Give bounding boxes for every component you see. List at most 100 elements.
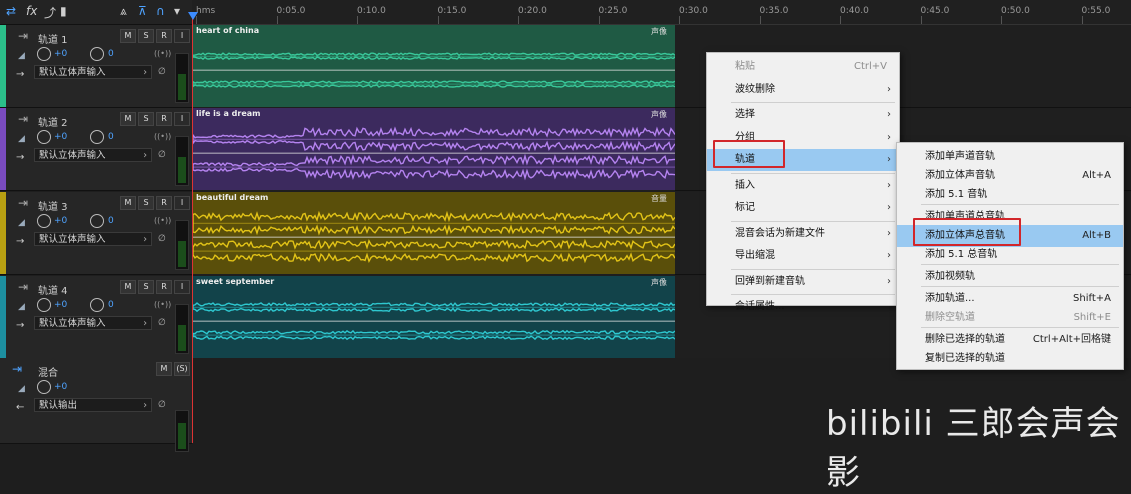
- playhead-line[interactable]: [192, 14, 193, 443]
- pan-knob[interactable]: [90, 214, 104, 228]
- metronome-icon[interactable]: ⩓: [120, 4, 127, 19]
- mute-button[interactable]: M: [120, 196, 136, 210]
- audio-clip[interactable]: heart of china 声像: [193, 25, 675, 107]
- volume-value[interactable]: +0: [54, 216, 67, 226]
- pan-value[interactable]: 0: [108, 300, 114, 310]
- timeline-ruler[interactable]: hms 0:05.0 0:10.0 0:15.0 0:20.0 0:25.0 0:30.0 0…: [192, 0, 1131, 25]
- menu-item[interactable]: 导出缩混 ›: [707, 245, 899, 267]
- solo-button[interactable]: S: [138, 196, 154, 210]
- mix-route-icon: ⇥: [12, 362, 23, 376]
- submenu-arrow-icon: ›: [887, 131, 891, 143]
- menu-item[interactable]: 波纹删除 ›: [707, 79, 899, 101]
- clip-envelope-label[interactable]: 声像: [651, 277, 667, 288]
- audio-clip[interactable]: life is a dream 声像: [193, 108, 675, 190]
- input-monitor-button[interactable]: I: [174, 112, 190, 126]
- menu-item[interactable]: 复制已选择的轨道: [897, 348, 1123, 370]
- audio-clip[interactable]: beautiful dream 音量: [193, 192, 675, 274]
- volume-value[interactable]: +0: [54, 300, 67, 310]
- input-monitor-button[interactable]: I: [174, 29, 190, 43]
- solo-button[interactable]: S: [138, 29, 154, 43]
- waveform-channel-top: [193, 80, 675, 85]
- snap-icon[interactable]: ⊼: [138, 4, 147, 18]
- highlight-box-track: [713, 140, 785, 168]
- volume-value[interactable]: +0: [54, 132, 67, 142]
- pan-value[interactable]: 0: [108, 216, 114, 226]
- volume-knob[interactable]: [37, 214, 51, 228]
- volume-knob[interactable]: [37, 298, 51, 312]
- record-arm-button[interactable]: R: [156, 196, 172, 210]
- volume-knob[interactable]: [37, 130, 51, 144]
- phase-invert-icon[interactable]: ∅: [158, 67, 166, 77]
- track-header[interactable]: ⇥ 轨道 4 M S R I ◢ +0 0 ((•)) → 默认立体声输入 › …: [0, 276, 192, 359]
- phase-invert-icon[interactable]: ∅: [158, 400, 166, 410]
- menu-item[interactable]: 选择 ›: [707, 104, 899, 126]
- mix-mute-button[interactable]: M: [156, 362, 172, 376]
- track-input-select[interactable]: 默认立体声输入 ›: [34, 65, 152, 79]
- mix-volume-knob[interactable]: [37, 380, 51, 394]
- track-name[interactable]: 轨道 3: [38, 198, 68, 213]
- menu-item[interactable]: 回弹到新建音轨 ›: [707, 271, 899, 293]
- menu-item[interactable]: 插入 ›: [707, 175, 899, 197]
- radio-icon[interactable]: ((•)): [154, 132, 171, 141]
- volume-value[interactable]: +0: [54, 49, 67, 59]
- waveform-channel-bottom: [193, 139, 675, 152]
- menu-item-label: 添加 5.1 音轨: [925, 189, 988, 200]
- track-input-select[interactable]: 默认立体声输入 ›: [34, 316, 152, 330]
- input-monitor-button[interactable]: I: [174, 196, 190, 210]
- clip-envelope-label[interactable]: 声像: [651, 109, 667, 120]
- mix-volume-value[interactable]: +0: [54, 382, 67, 392]
- record-arm-button[interactable]: R: [156, 29, 172, 43]
- radio-icon[interactable]: ((•)): [154, 300, 171, 309]
- volume-knob[interactable]: [37, 47, 51, 61]
- marker-icon[interactable]: ▾: [174, 4, 180, 18]
- track-input-select[interactable]: 默认立体声输入 ›: [34, 148, 152, 162]
- editor-toolbar: ⇄ fx ⤴ ▮ ⩓ ⊼ ∩ ▾: [0, 0, 192, 25]
- ruler-tick-mark: [598, 16, 600, 24]
- radio-icon[interactable]: ((•)): [154, 49, 171, 58]
- track-header[interactable]: ⇥ 轨道 1 M S R I ◢ +0 0 ((•)) → 默认立体声输入 › …: [0, 25, 192, 108]
- waveform-channel-bottom: [193, 56, 675, 61]
- track-input-select[interactable]: 默认立体声输入 ›: [34, 232, 152, 246]
- mute-button[interactable]: M: [120, 280, 136, 294]
- record-arm-button[interactable]: R: [156, 280, 172, 294]
- input-monitor-button[interactable]: I: [174, 280, 190, 294]
- playhead-handle[interactable]: [188, 12, 198, 20]
- pan-value[interactable]: 0: [108, 132, 114, 142]
- menu-item[interactable]: 混音会话为新建文件 ›: [707, 223, 899, 245]
- audio-clip[interactable]: sweet september 声像: [193, 276, 675, 358]
- swap-icon[interactable]: ⇄: [6, 4, 16, 18]
- loop-icon[interactable]: ∩: [156, 4, 165, 18]
- menu-item[interactable]: 添加 5.1 音轨: [897, 184, 1123, 206]
- menu-item[interactable]: 添加视频轨: [897, 266, 1123, 288]
- track-header[interactable]: ⇥ 轨道 2 M S R I ◢ +0 0 ((•)) → 默认立体声输入 › …: [0, 108, 192, 191]
- clip-envelope-label[interactable]: 音量: [651, 193, 667, 204]
- menu-item[interactable]: 会话属性...: [707, 296, 899, 318]
- pan-knob[interactable]: [90, 47, 104, 61]
- pan-knob[interactable]: [90, 298, 104, 312]
- menu-item[interactable]: 添加 5.1 总音轨: [897, 244, 1123, 266]
- mute-button[interactable]: M: [120, 29, 136, 43]
- track-header[interactable]: ⇥ 轨道 3 M S R I ◢ +0 0 ((•)) → 默认立体声输入 › …: [0, 192, 192, 275]
- solo-button[interactable]: S: [138, 112, 154, 126]
- ruler-tick-label: hms: [196, 6, 216, 16]
- pan-knob[interactable]: [90, 130, 104, 144]
- phase-invert-icon[interactable]: ∅: [158, 318, 166, 328]
- radio-icon[interactable]: ((•)): [154, 216, 171, 225]
- mute-button[interactable]: M: [120, 112, 136, 126]
- clip-envelope-label[interactable]: 声像: [651, 26, 667, 37]
- menu-item[interactable]: 标记 ›: [707, 197, 899, 219]
- track-name[interactable]: 轨道 4: [38, 282, 68, 297]
- pan-value[interactable]: 0: [108, 49, 114, 59]
- eq-icon[interactable]: ▮: [60, 4, 67, 18]
- solo-button[interactable]: S: [138, 280, 154, 294]
- send-icon[interactable]: ⤴: [44, 4, 56, 21]
- track-name[interactable]: 轨道 2: [38, 114, 68, 129]
- phase-invert-icon[interactable]: ∅: [158, 234, 166, 244]
- mix-output-select[interactable]: 默认输出 ›: [34, 398, 152, 412]
- fx-icon[interactable]: fx: [26, 4, 37, 18]
- record-arm-button[interactable]: R: [156, 112, 172, 126]
- track-name[interactable]: 轨道 1: [38, 31, 68, 46]
- phase-invert-icon[interactable]: ∅: [158, 150, 166, 160]
- menu-item-label: 复制已选择的轨道: [925, 353, 1005, 364]
- mix-solo-button[interactable]: (S): [174, 362, 190, 376]
